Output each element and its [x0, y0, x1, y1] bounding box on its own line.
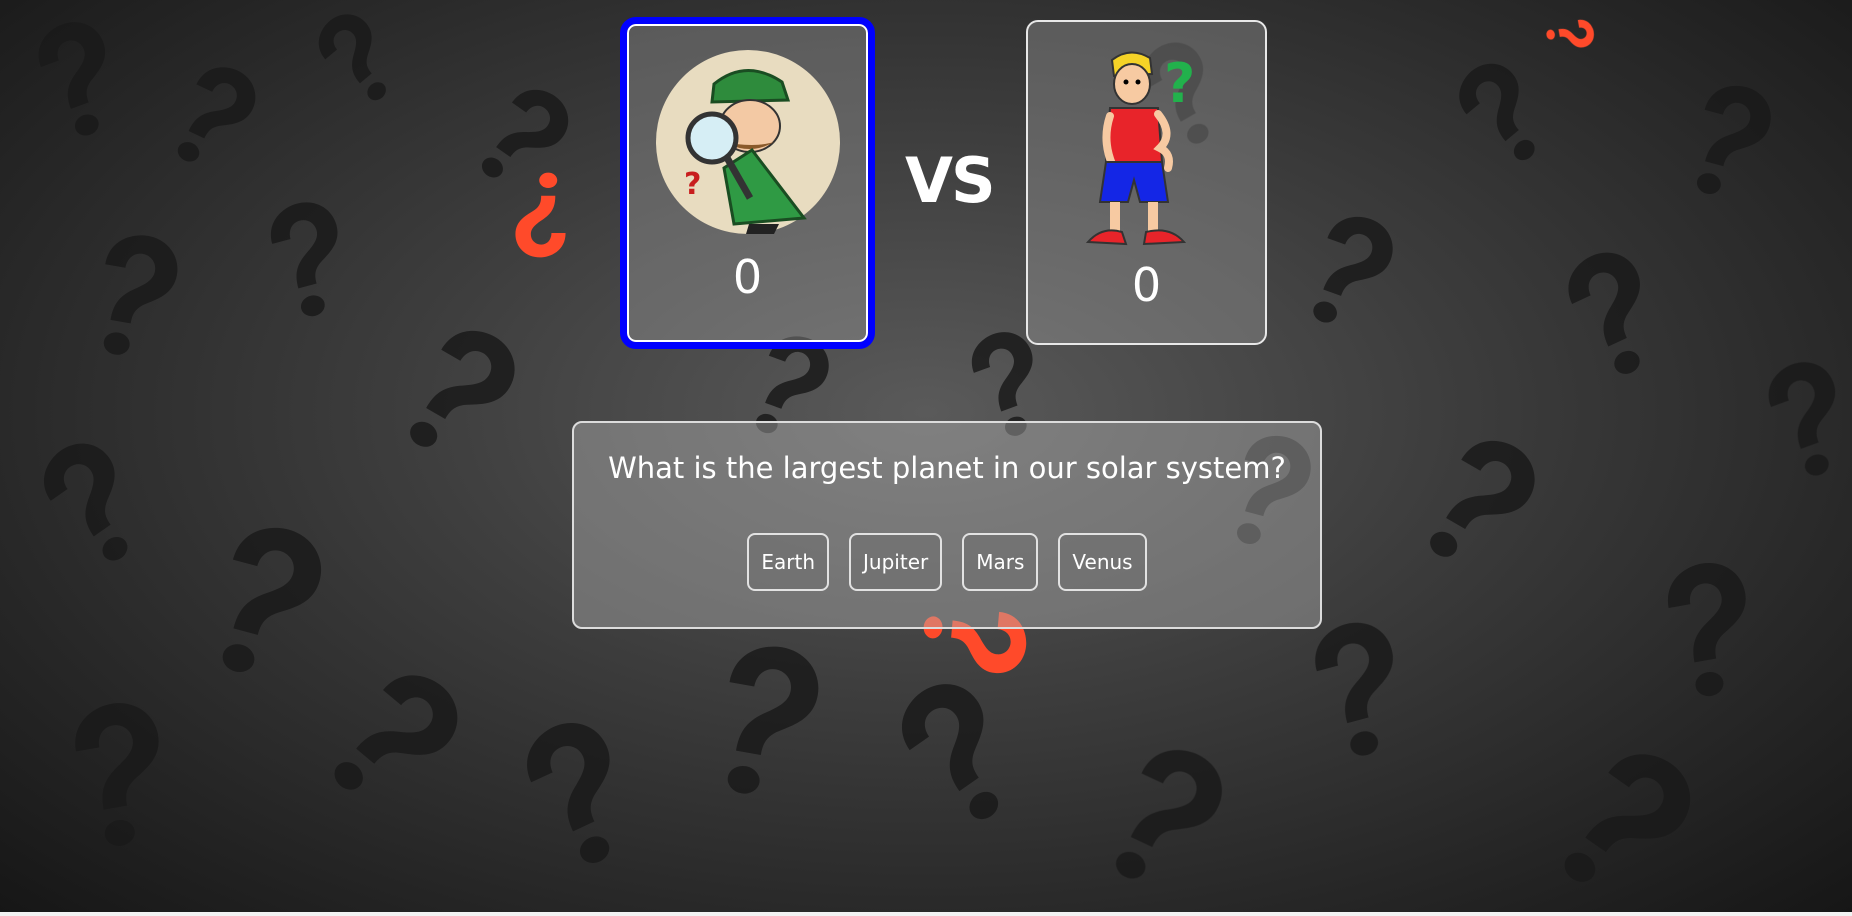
confused-boy-avatar-icon: ? [1085, 51, 1195, 246]
answer-button-earth[interactable]: Earth [747, 533, 830, 591]
svg-text:?: ? [684, 167, 701, 202]
svg-text:?: ? [1164, 52, 1195, 115]
player-2-score: 0 [1131, 258, 1162, 312]
answer-button-jupiter[interactable]: Jupiter [849, 533, 943, 591]
answer-button-mars[interactable]: Mars [962, 533, 1039, 591]
player-card-confused-boy: ? 0 [1026, 20, 1267, 345]
detective-avatar-icon: ? [655, 50, 840, 234]
answer-options: Earth Jupiter Mars Venus [574, 533, 1320, 591]
answer-button-venus[interactable]: Venus [1058, 533, 1147, 591]
question-panel: What is the largest planet in our solar … [572, 421, 1322, 629]
question-text: What is the largest planet in our solar … [608, 451, 1286, 485]
versus-label: VS [905, 144, 996, 217]
player-1-score: 0 [732, 250, 763, 304]
bottom-edge-line [0, 912, 1852, 916]
player-card-detective: ? 0 [620, 17, 875, 349]
